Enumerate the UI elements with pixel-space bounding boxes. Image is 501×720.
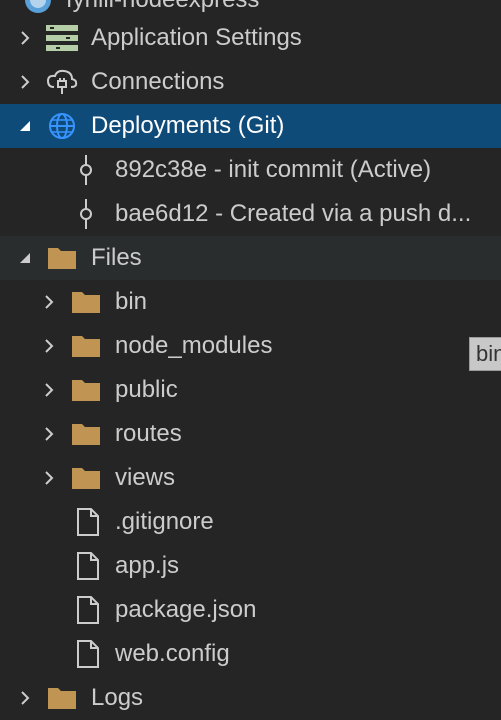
chevron-right-icon[interactable] [41,382,57,398]
tooltip-text: bin [476,341,501,366]
file-icon [72,550,104,582]
cloud-plug-icon [46,66,78,98]
chevron-right-icon[interactable] [41,338,57,354]
azure-app-icon [22,0,54,16]
folder-icon [46,242,78,274]
folder-icon [70,374,102,406]
file-label: app.js [115,552,180,579]
logs-label: Logs [91,684,144,711]
folder-icon [70,462,102,494]
chevron-expanded-icon[interactable] [17,118,33,134]
deployments-label: Deployments (Git) [91,112,285,139]
application-settings-label: Application Settings [91,24,302,51]
tree-item-file[interactable]: web.config [0,632,501,676]
tree-item-file[interactable]: app.js [0,544,501,588]
folder-label: routes [115,420,182,447]
root-label: fyhlll-nodeexpress [66,0,259,14]
tree-item-logs[interactable]: Logs [0,676,501,720]
tree-item-file[interactable]: package.json [0,588,501,632]
tree-item-commit[interactable]: 892c38e - init commit (Active) [0,148,501,192]
folder-icon [70,286,102,318]
folder-icon [70,418,102,450]
server-explorer-tree: fyhlll-nodeexpress Application Settings [0,0,501,711]
tree-item-folder[interactable]: public [0,368,501,412]
commit-label: 892c38e - init commit (Active) [115,156,432,183]
chevron-right-icon[interactable] [41,294,57,310]
tree-item-deployments[interactable]: Deployments (Git) [0,104,501,148]
chevron-right-icon[interactable] [17,74,33,90]
chevron-right-icon[interactable] [17,30,33,46]
chevron-right-icon[interactable] [41,426,57,442]
tree-item-files[interactable]: Files [0,236,501,280]
file-icon [72,506,104,538]
file-icon [72,594,104,626]
folder-label: views [115,464,176,491]
chevron-expanded-icon[interactable] [17,250,33,266]
commit-icon [70,198,102,230]
file-label: .gitignore [115,508,214,535]
connections-label: Connections [91,68,225,95]
tree-item-commit[interactable]: bae6d12 - Created via a push d... [0,192,501,236]
commit-icon [70,154,102,186]
folder-label: public [115,376,178,403]
settings-list-icon [46,22,78,54]
tree-item-file[interactable]: .gitignore [0,500,501,544]
folder-label: bin [115,288,148,315]
folder-icon [70,330,102,362]
tree-item-folder[interactable]: bin [0,280,501,324]
tooltip: bin [469,337,501,371]
file-label: package.json [115,596,257,623]
commit-label: bae6d12 - Created via a push d... [115,200,472,227]
globe-icon [46,110,78,142]
chevron-right-icon[interactable] [17,690,33,706]
folder-label: node_modules [115,332,273,359]
tree-item-application-settings[interactable]: Application Settings [0,16,501,60]
chevron-right-icon[interactable] [41,470,57,486]
tree-item-folder[interactable]: views [0,456,501,500]
tree-item-folder[interactable]: node_modules [0,324,501,368]
file-icon [72,638,104,670]
folder-icon [46,682,78,714]
tree-item-folder[interactable]: routes [0,412,501,456]
file-label: web.config [115,640,230,667]
files-label: Files [91,244,142,271]
tree-item-connections[interactable]: Connections [0,60,501,104]
